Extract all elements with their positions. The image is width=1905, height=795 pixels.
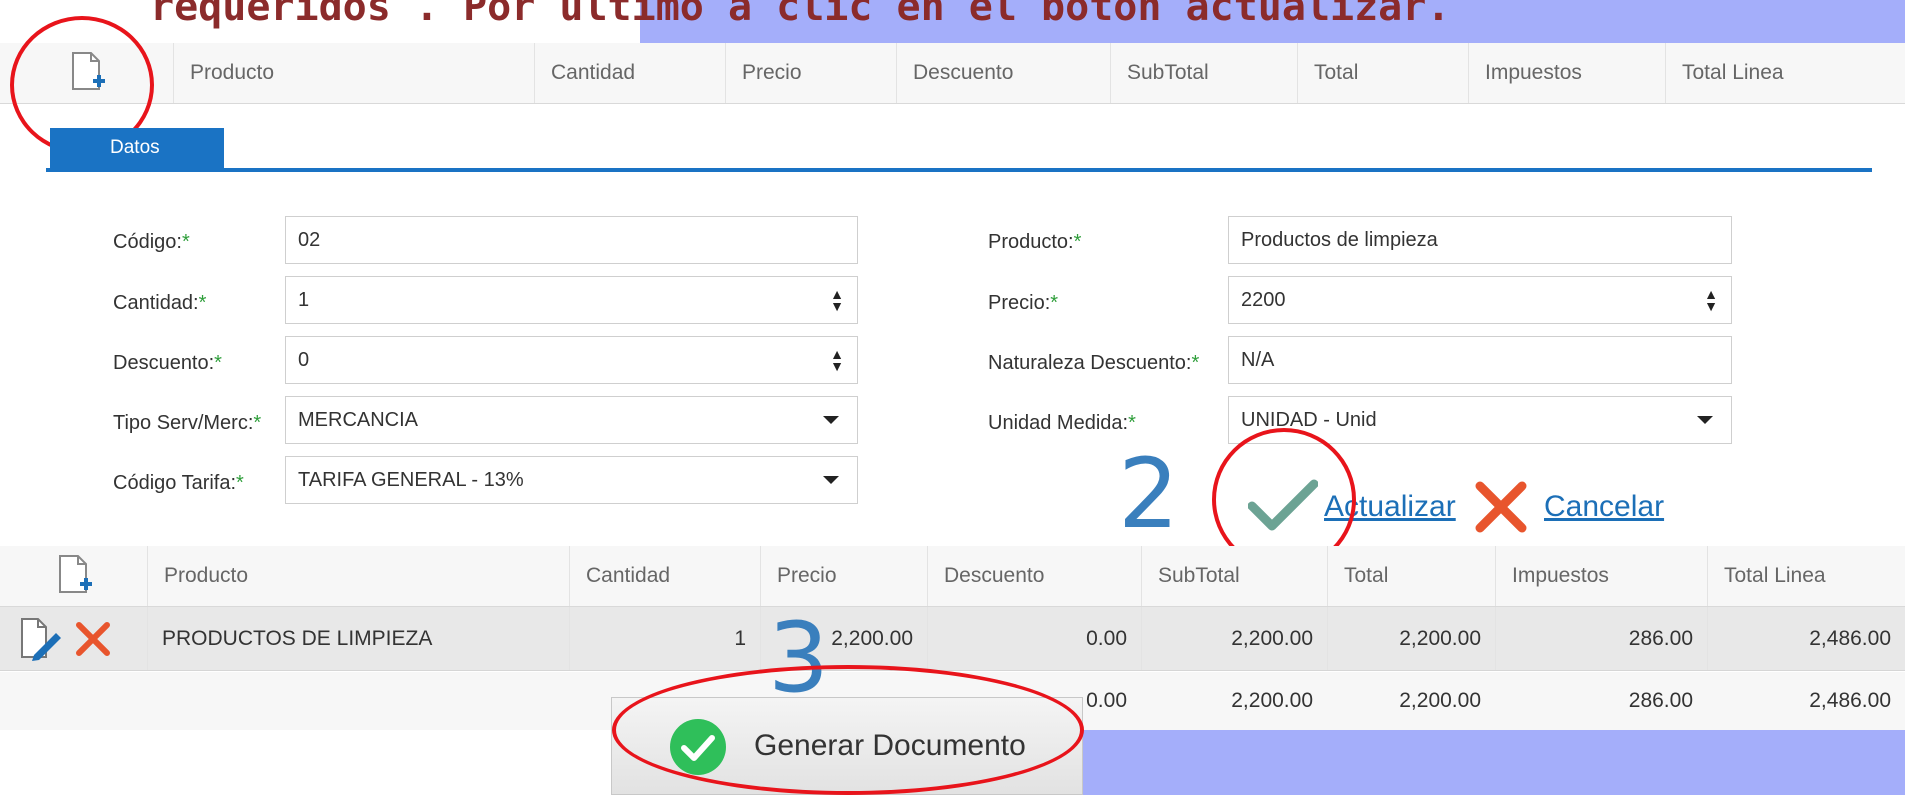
- cell-producto: PRODUCTOS DE LIMPIEZA: [147, 607, 569, 670]
- tipo-select[interactable]: MERCANCIA: [285, 396, 858, 444]
- cancel-link[interactable]: Cancelar: [1544, 490, 1664, 524]
- cell-total-linea: 2,486.00: [1707, 607, 1905, 670]
- producto-label: Producto:*: [988, 231, 1082, 253]
- col-cantidad: Cantidad: [569, 546, 760, 606]
- bottom-grid-header: Producto Cantidad Precio Descuento SubTo…: [0, 546, 1905, 607]
- cell-cantidad: 1: [569, 607, 760, 670]
- col-total-linea: Total Linea: [1665, 43, 1905, 103]
- col-descuento: Descuento: [927, 546, 1141, 606]
- col-subtotal: SubTotal: [1110, 43, 1297, 103]
- unidad-label: Unidad Medida:*: [988, 412, 1136, 434]
- tipo-label: Tipo Serv/Merc:*: [113, 412, 262, 434]
- naturaleza-field[interactable]: N/A: [1228, 336, 1732, 384]
- cell-descuento: 0.00: [927, 607, 1141, 670]
- cantidad-stepper[interactable]: 1 ▲ ▼: [285, 276, 858, 324]
- total-total: 2,200.00: [1399, 689, 1481, 712]
- instruction-highlight-bottom: [1080, 730, 1905, 795]
- col-precio: Precio: [725, 43, 896, 103]
- cantidad-label: Cantidad:*: [113, 292, 207, 314]
- codigo-field[interactable]: 02: [285, 216, 858, 264]
- col-producto: Producto: [173, 43, 534, 103]
- cell-impuestos: 286.00: [1495, 607, 1707, 670]
- total-impuestos: 286.00: [1628, 689, 1693, 712]
- total-total-linea: 2,486.00: [1809, 689, 1891, 712]
- precio-stepper[interactable]: 2200 ▲ ▼: [1228, 276, 1732, 324]
- delete-icon[interactable]: [74, 620, 112, 658]
- chevron-down-icon: [823, 476, 839, 484]
- descuento-stepper[interactable]: 0 ▲ ▼: [285, 336, 858, 384]
- naturaleza-label: Naturaleza Descuento:*: [988, 352, 1200, 374]
- cell-subtotal: 2,200.00: [1141, 607, 1327, 670]
- total-subtotal: 2,200.00: [1231, 689, 1313, 712]
- codigo-label: Código:*: [113, 231, 190, 253]
- step-number-2: 2: [1118, 438, 1180, 550]
- col-producto: Producto: [147, 546, 569, 606]
- col-cantidad: Cantidad: [534, 43, 725, 103]
- col-subtotal: SubTotal: [1141, 546, 1327, 606]
- edit-icon[interactable]: [18, 617, 62, 661]
- descuento-label: Descuento:*: [113, 352, 222, 374]
- cancel-x-icon[interactable]: [1474, 480, 1528, 534]
- col-impuestos: Impuestos: [1495, 546, 1707, 606]
- top-grid-header: Producto Cantidad Precio Descuento SubTo…: [0, 43, 1905, 104]
- add-item-button[interactable]: [0, 546, 147, 606]
- spinner-icon[interactable]: ▲ ▼: [1691, 287, 1731, 313]
- precio-label: Precio:*: [988, 292, 1059, 314]
- row-actions: [0, 607, 147, 670]
- tarifa-select[interactable]: TARIFA GENERAL - 13%: [285, 456, 858, 504]
- annotation-circle-generate: [612, 665, 1084, 795]
- col-total: Total: [1327, 546, 1495, 606]
- cell-total: 2,200.00: [1327, 607, 1495, 670]
- chevron-down-icon: [1697, 416, 1713, 424]
- col-impuestos: Impuestos: [1468, 43, 1665, 103]
- col-precio: Precio: [760, 546, 927, 606]
- col-total: Total: [1297, 43, 1468, 103]
- add-document-icon: [58, 555, 92, 593]
- producto-field[interactable]: Productos de limpieza: [1228, 216, 1732, 264]
- tarifa-label: Código Tarifa:*: [113, 472, 244, 494]
- col-total-linea: Total Linea: [1707, 546, 1905, 606]
- tab-datos[interactable]: Datos: [50, 128, 224, 168]
- chevron-down-icon: [823, 416, 839, 424]
- spinner-icon[interactable]: ▲ ▼: [817, 347, 857, 373]
- table-row[interactable]: PRODUCTOS DE LIMPIEZA 1 2,200.00 0.00 2,…: [0, 607, 1905, 671]
- col-descuento: Descuento: [896, 43, 1110, 103]
- spinner-icon[interactable]: ▲ ▼: [817, 287, 857, 313]
- instruction-text: requeridos . Por último a clic en el bot…: [150, 0, 1451, 30]
- tab-underline: [46, 168, 1872, 172]
